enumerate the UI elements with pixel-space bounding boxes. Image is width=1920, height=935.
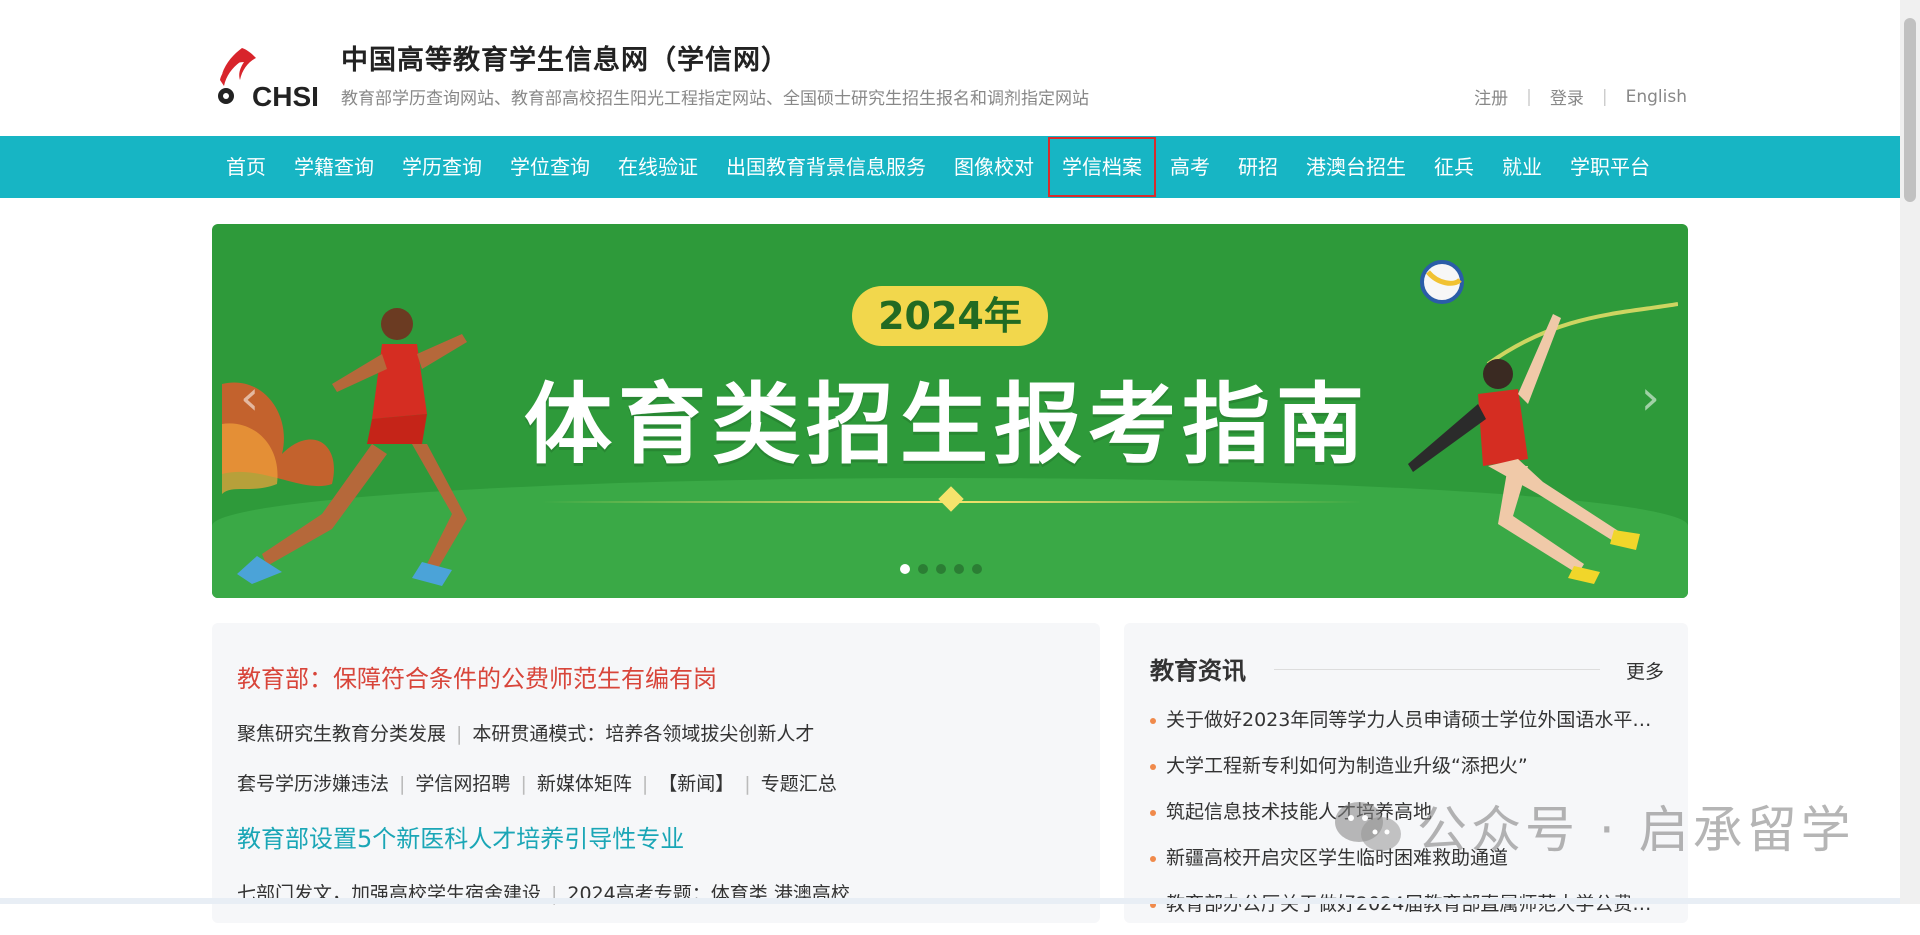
nav-item-xuexin-archive[interactable]: 学信档案 xyxy=(1048,137,1156,197)
page-scrollbar[interactable] xyxy=(1900,0,1920,904)
banner-title: 体育类招生报考指南 xyxy=(523,373,1370,476)
nav-item-employment[interactable]: 就业 xyxy=(1488,136,1556,198)
nav-item-conscription[interactable]: 征兵 xyxy=(1420,136,1488,198)
window-bottom-edge xyxy=(0,898,1900,904)
more-link[interactable]: 更多 xyxy=(1626,657,1664,684)
login-link[interactable]: 登录 xyxy=(1550,84,1584,109)
chsi-logo[interactable]: CHSI xyxy=(212,40,324,112)
main-nav: 首页 学籍查询 学历查询 学位查询 在线验证 出国教育背景信息服务 图像校对 学… xyxy=(0,136,1900,198)
divider xyxy=(1274,669,1600,670)
banner-dot[interactable] xyxy=(900,564,910,574)
news-link[interactable]: 【新闻】 xyxy=(658,773,734,795)
scrollbar-thumb[interactable] xyxy=(1904,18,1916,202)
banner-next-button[interactable]: › xyxy=(1641,374,1660,422)
site-title[interactable]: 中国高等教育学生信息网（学信网） xyxy=(341,38,789,77)
banner-pagination xyxy=(900,564,982,574)
headline-news-link[interactable]: 教育部：保障符合条件的公费师范生有编有岗 xyxy=(237,659,717,694)
watermark-text: 公众号 · 启承留学 xyxy=(1417,801,1855,859)
wechat-icon xyxy=(1335,802,1401,851)
banner-dot[interactable] xyxy=(972,564,982,574)
news-link[interactable]: 学信网招聘 xyxy=(415,773,510,795)
nav-item-image-proofread[interactable]: 图像校对 xyxy=(940,136,1048,198)
news-row: 套号学历涉嫌违法 | 学信网招聘 | 新媒体矩阵 | 【新闻】 | 专题汇总 xyxy=(237,769,837,796)
nav-item-graduate-admission[interactable]: 研招 xyxy=(1224,136,1292,198)
section-title: 教育资讯 xyxy=(1150,657,1246,685)
banner-dot[interactable] xyxy=(918,564,928,574)
separator: | xyxy=(641,773,649,795)
nav-item-degree-record-query[interactable]: 学历查询 xyxy=(388,136,496,198)
volleyball-player-illustration xyxy=(1408,260,1678,584)
nav-item-gaokao[interactable]: 高考 xyxy=(1156,136,1224,198)
english-link[interactable]: English xyxy=(1626,87,1687,107)
banner-year-badge: 2024年 xyxy=(852,286,1048,346)
site-header: CHSI 中国高等教育学生信息网（学信网） 教育部学历查询网站、教育部高校招生阳… xyxy=(0,0,1920,136)
separator: | xyxy=(520,773,527,795)
logo-text: CHSI xyxy=(252,81,319,110)
nav-item-overseas-background[interactable]: 出国教育背景信息服务 xyxy=(712,136,940,198)
site-subtitle: 教育部学历查询网站、教育部高校招生阳光工程指定网站、全国硕士研究生招生报名和调剂… xyxy=(341,89,1089,109)
separator: | xyxy=(744,773,751,795)
nav-item-online-verify[interactable]: 在线验证 xyxy=(604,136,712,198)
headline-news-link-secondary[interactable]: 教育部设置5个新医科人才培养引导性专业 xyxy=(237,819,684,854)
runner-illustration xyxy=(222,308,467,586)
list-item[interactable]: 教育部办公厅关于做好2024届教育部直属师范大学公费师范 xyxy=(1150,889,1666,935)
separator: | xyxy=(399,773,406,795)
nav-item-hmt-admission[interactable]: 港澳台招生 xyxy=(1292,136,1420,198)
banner-dot[interactable] xyxy=(954,564,964,574)
news-link[interactable]: 本研贯通模式：培养各领域拔尖创新人才 xyxy=(472,723,814,745)
news-link[interactable]: 新媒体矩阵 xyxy=(537,773,632,795)
nav-item-career-platform[interactable]: 学职平台 xyxy=(1556,136,1664,198)
separator: | xyxy=(1526,86,1532,107)
top-links: 注册 | 登录 | English xyxy=(1474,84,1687,110)
banner-prev-button[interactable]: ‹ xyxy=(240,374,259,422)
news-link[interactable]: 聚焦研究生教育分类发展 xyxy=(237,723,446,745)
nav-item-degree-query[interactable]: 学位查询 xyxy=(496,136,604,198)
watermark: 公众号 · 启承留学 xyxy=(1333,790,1855,862)
news-link[interactable]: 套号学历涉嫌违法 xyxy=(237,773,389,795)
news-link[interactable]: 专题汇总 xyxy=(761,773,837,795)
banner-dot[interactable] xyxy=(936,564,946,574)
nav-item-home[interactable]: 首页 xyxy=(212,136,280,198)
headline-news-panel: 教育部：保障符合条件的公费师范生有编有岗 聚焦研究生教育分类发展 | 本研贯通模式：… xyxy=(212,623,1100,923)
list-item[interactable]: 关于做好2023年同等学力人员申请硕士学位外国语水平全国统一考试 xyxy=(1150,705,1666,751)
separator: | xyxy=(456,723,463,745)
banner-carousel[interactable]: 2024年 体育类招生报考指南 ‹ › xyxy=(212,224,1688,598)
news-row: 聚焦研究生教育分类发展 | 本研贯通模式：培养各领域拔尖创新人才 xyxy=(237,719,814,746)
separator: | xyxy=(1601,86,1608,107)
nav-item-enrollment-query[interactable]: 学籍查询 xyxy=(280,136,388,198)
register-link[interactable]: 注册 xyxy=(1474,84,1508,109)
education-news-panel: 教育资讯 更多 关于做好2023年同等学力人员申请硕士学位外国语水平全国统一考试… xyxy=(1124,623,1688,923)
